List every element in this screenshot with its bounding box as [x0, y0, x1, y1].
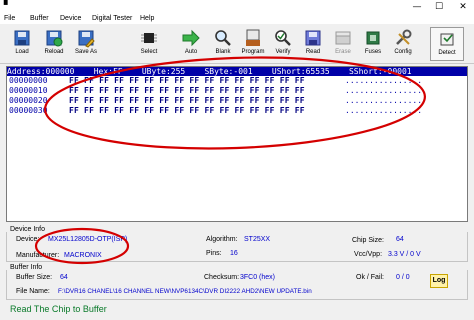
status-text: Read The Chip to Buffer [10, 304, 107, 314]
auto-button[interactable]: Auto [174, 27, 208, 61]
detect-icon [440, 33, 454, 46]
auto-arrow-icon [182, 29, 200, 47]
config-label: Config [394, 49, 412, 55]
hex-address: 00000000 [9, 76, 48, 85]
app-icon: ▘ [4, 0, 11, 10]
chip-select-icon [141, 33, 157, 43]
menu-help[interactable]: Help [140, 14, 154, 23]
blank-check-icon [215, 30, 231, 46]
chip-size-value: 64 [396, 236, 404, 243]
pins-label: Pins: [206, 250, 222, 257]
buffer-size-value: 64 [60, 274, 68, 281]
hex-row[interactable]: 00000010 FF FF FF FF FF FF FF FF FF FF F… [9, 86, 465, 96]
algorithm-value: ST25XX [244, 236, 271, 243]
device-label: Device: [16, 236, 40, 243]
hex-bytes[interactable]: FF FF FF FF FF FF FF FF FF FF FF FF FF F… [69, 76, 305, 86]
blank-button[interactable]: Blank [206, 27, 240, 61]
auto-label: Auto [184, 49, 198, 55]
menu-bar: File Buffer Device Digital Tester Help [0, 14, 474, 24]
hex-address: 00000020 [9, 96, 48, 105]
minimize-button[interactable]: — [410, 1, 424, 13]
chip-size-label: Chip Size: [352, 237, 384, 244]
fuses-icon [366, 31, 380, 45]
verify-label: Verify [275, 49, 291, 55]
manufacturer-value: MACRONIX [64, 252, 102, 259]
menu-file[interactable]: File [4, 14, 15, 23]
buffer-info-title: Buffer Info [10, 264, 43, 271]
menu-device[interactable]: Device [60, 14, 81, 23]
erase-button[interactable]: Erase [326, 27, 360, 61]
algorithm-label: Algorithm: [206, 236, 238, 243]
hex-address: 00000010 [9, 86, 48, 95]
reload-button[interactable]: Reload [37, 27, 71, 61]
read-button[interactable]: Read [296, 27, 330, 61]
hex-row[interactable]: 00000030 FF FF FF FF FF FF FF FF FF FF F… [9, 106, 465, 116]
program-button[interactable]: Program [236, 27, 270, 61]
toolbar: Load Reload Save As Select Auto Blank Pr… [0, 24, 474, 64]
save-as-button[interactable]: Save As [69, 27, 103, 61]
fuses-button[interactable]: Fuses [356, 27, 390, 61]
read-label: Read [305, 49, 321, 55]
device-value: MX25L12805D-OTP(ISP) [48, 236, 128, 243]
reload-icon [46, 30, 63, 47]
erase-icon [335, 31, 351, 45]
select-label: Select [140, 49, 158, 55]
detect-label: Detect [438, 50, 456, 56]
load-label: Load [15, 49, 29, 55]
checksum-value: 3FC0 (hex) [240, 274, 276, 281]
manufacturer-label: Manufacturer: [16, 252, 60, 259]
hex-ascii: ................ [345, 76, 423, 85]
program-label: Program [241, 49, 265, 55]
load-button[interactable]: Load [5, 27, 39, 61]
menu-buffer[interactable]: Buffer [30, 14, 49, 23]
vcc-value: 3.3 V / 0 V [388, 251, 421, 258]
save-as-icon [78, 30, 95, 48]
hex-ascii: ................ [345, 86, 423, 95]
hex-editor[interactable]: Address:000000 Hex:FF UByte:255 SByte:-0… [6, 66, 468, 222]
save-as-label: Save As [74, 49, 97, 55]
detect-button[interactable]: Detect [430, 27, 464, 61]
ok-fail-value: 0 / 0 [396, 274, 410, 281]
log-button[interactable]: Log [430, 274, 448, 288]
vcc-label: Vcc/Vpp: [354, 251, 383, 258]
checksum-label: Checksum: [204, 274, 240, 281]
config-tools-icon [396, 29, 412, 45]
hex-ascii: ................ [345, 106, 423, 115]
read-icon [305, 30, 321, 46]
file-name-value: F:\DVR16 CHANEL\16 CHANNEL NEW\NVP6134C\… [58, 288, 312, 295]
verify-icon [275, 30, 291, 46]
config-button[interactable]: Config [386, 27, 420, 61]
hex-row[interactable]: 00000000 FF FF FF FF FF FF FF FF FF FF F… [9, 76, 465, 86]
fuses-label: Fuses [364, 49, 382, 55]
status-bar: Read The Chip to Buffer [0, 302, 474, 320]
verify-button[interactable]: Verify [266, 27, 300, 61]
select-button[interactable]: Select [132, 27, 166, 61]
hex-ascii: ................ [345, 96, 423, 105]
reload-label: Reload [44, 49, 64, 55]
hex-bytes[interactable]: FF FF FF FF FF FF FF FF FF FF FF FF FF F… [69, 86, 305, 96]
pins-value: 16 [230, 250, 238, 257]
maximize-button[interactable]: ☐ [432, 1, 446, 13]
load-icon [14, 30, 30, 46]
hex-bytes[interactable]: FF FF FF FF FF FF FF FF FF FF FF FF FF F… [69, 96, 305, 106]
close-button[interactable]: ✕ [456, 1, 470, 13]
buffer-size-label: Buffer Size: [16, 274, 53, 281]
device-info-title: Device Info [10, 226, 46, 233]
file-name-label: File Name: [16, 288, 50, 295]
menu-digital-tester[interactable]: Digital Tester [92, 14, 132, 23]
program-icon [246, 29, 260, 46]
hex-row[interactable]: 00000020 FF FF FF FF FF FF FF FF FF FF F… [9, 96, 465, 106]
erase-label: Erase [335, 49, 351, 55]
title-bar: ▘ — ☐ ✕ [0, 0, 474, 14]
ok-fail-label: Ok / Fail: [356, 274, 385, 281]
blank-label: Blank [215, 49, 231, 55]
hex-bytes[interactable]: FF FF FF FF FF FF FF FF FF FF FF FF FF F… [69, 106, 305, 116]
hex-header: Address:000000 Hex:FF UByte:255 SByte:-0… [7, 67, 467, 76]
hex-address: 00000030 [9, 106, 48, 115]
